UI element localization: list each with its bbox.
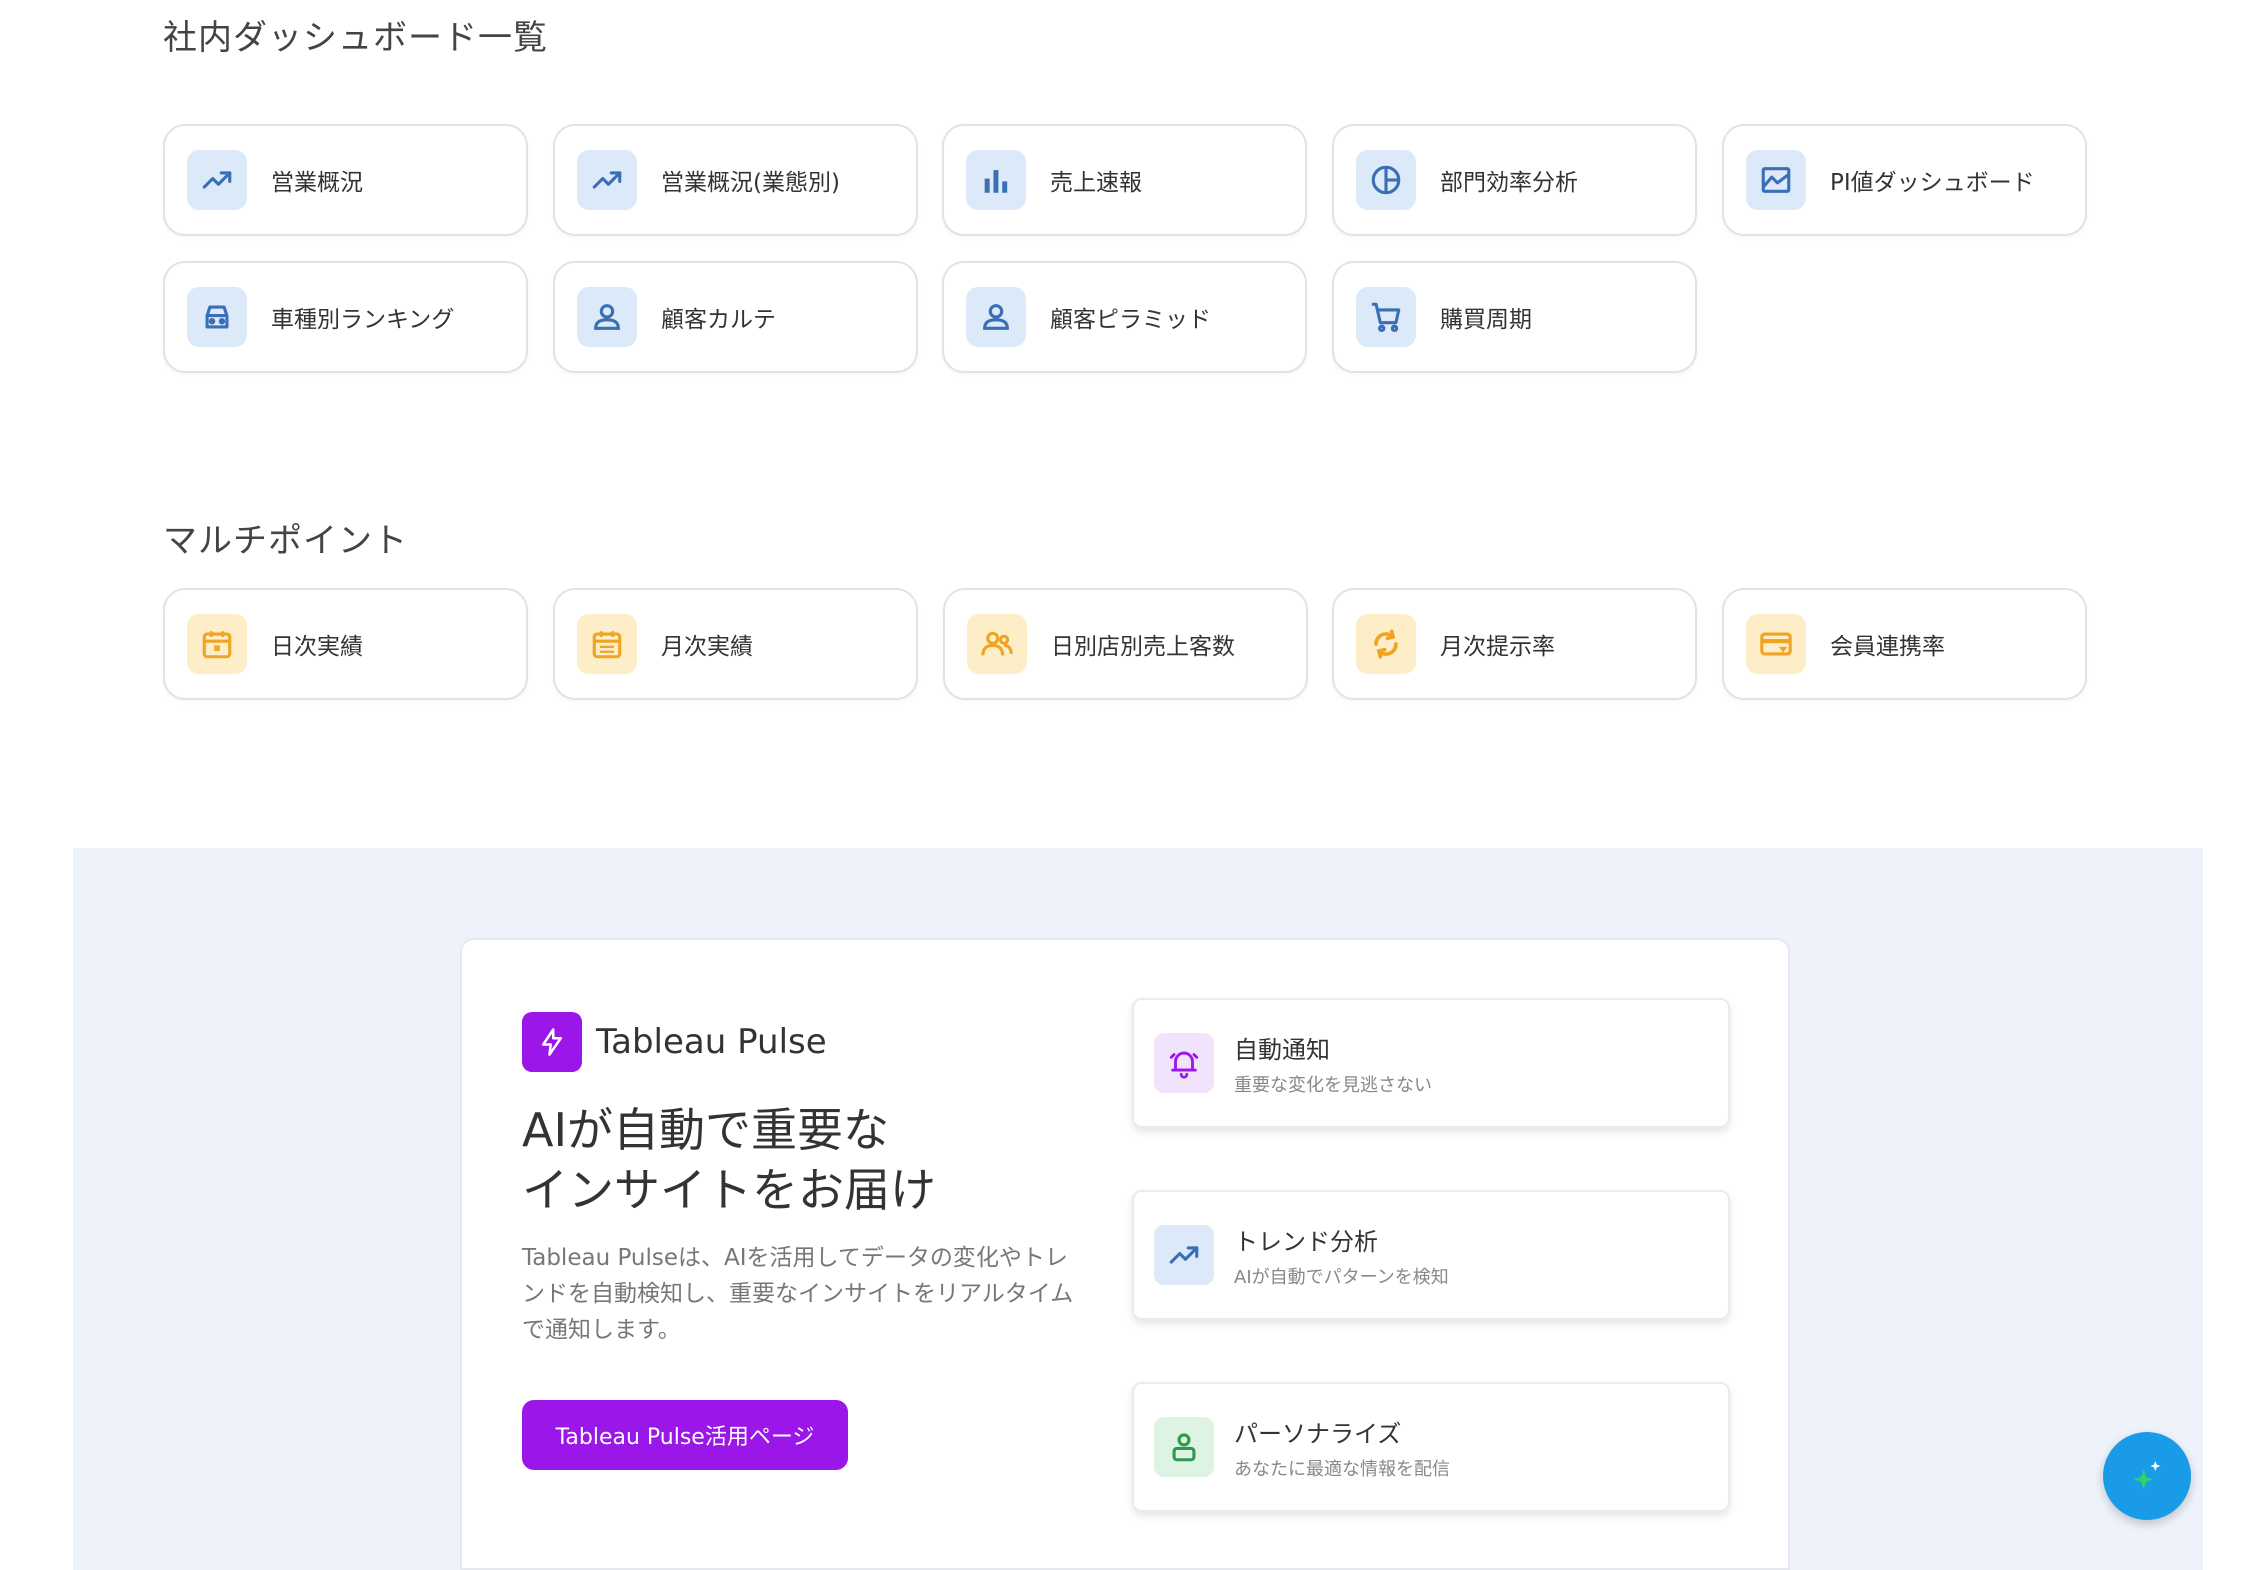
card-daily-results[interactable]: 日次実績	[163, 588, 528, 700]
user-icon	[966, 287, 1026, 347]
bar-chart-icon	[966, 150, 1026, 210]
feature-trend-analysis: トレンド分析 AIが自動でパターンを検知	[1132, 1190, 1730, 1320]
trending-up-icon	[187, 150, 247, 210]
card-label: 日次実績	[271, 634, 363, 660]
headline-line1: AIが自動で重要な	[522, 1103, 890, 1157]
feature-title: パーソナライズ	[1234, 1419, 1402, 1448]
trending-up-icon	[577, 150, 637, 210]
lightning-icon	[522, 1012, 582, 1072]
pulse-description: Tableau Pulseは、AIを活用してデータの変化やトレンドを自動検知し、…	[522, 1245, 1074, 1343]
headline-line2: インサイトをお届け	[522, 1163, 936, 1217]
card-label: 車種別ランキング	[271, 307, 455, 333]
card-monthly-presentation-rate[interactable]: 月次提示率	[1332, 588, 1697, 700]
bell-icon	[1154, 1033, 1214, 1093]
area-chart-icon	[1746, 150, 1806, 210]
brand-name: Tableau Pulse	[596, 1022, 827, 1062]
card-label: 営業概況(業態別)	[661, 170, 840, 196]
card-pi-dashboard[interactable]: PI値ダッシュボード	[1722, 124, 2087, 236]
ai-assistant-button[interactable]	[2103, 1432, 2191, 1520]
card-label: 購買周期	[1440, 307, 1532, 333]
card-label: 売上速報	[1050, 170, 1142, 196]
calendar-icon	[187, 614, 247, 674]
feature-title: 自動通知	[1234, 1035, 1330, 1064]
cart-icon	[1356, 287, 1416, 347]
card-customer-pyramid[interactable]: 顧客ピラミッド	[942, 261, 1307, 373]
card-label: 会員連携率	[1830, 634, 1945, 660]
pulse-cta-button[interactable]: Tableau Pulse活用ページ	[522, 1400, 848, 1470]
refresh-icon	[1356, 614, 1416, 674]
feature-personalize: パーソナライズ あなたに最適な情報を配信	[1132, 1382, 1730, 1512]
pulse-headline: AIが自動で重要な インサイトをお届け	[522, 1100, 936, 1220]
feature-subtitle: AIが自動でパターンを検知	[1234, 1266, 1449, 1288]
card-sales-flash[interactable]: 売上速報	[942, 124, 1307, 236]
card-label: 月次実績	[661, 634, 753, 660]
card-sales-overview[interactable]: 営業概況	[163, 124, 528, 236]
card-label: 営業概況	[271, 170, 363, 196]
card-member-link-rate[interactable]: 会員連携率	[1722, 588, 2087, 700]
card-icon	[1746, 614, 1806, 674]
pie-chart-icon	[1356, 150, 1416, 210]
card-purchase-cycle[interactable]: 購買周期	[1332, 261, 1697, 373]
sparkle-icon	[2133, 1461, 2161, 1490]
calendar-icon	[577, 614, 637, 674]
feature-auto-notify: 自動通知 重要な変化を見逃さない	[1132, 998, 1730, 1128]
card-label: 月次提示率	[1440, 634, 1555, 660]
card-customer-chart[interactable]: 顧客カルテ	[553, 261, 918, 373]
card-sales-overview-by-format[interactable]: 営業概況(業態別)	[553, 124, 918, 236]
pulse-brand: Tableau Pulse	[522, 1012, 827, 1072]
section-title-dashboards: 社内ダッシュボード一覧	[163, 18, 548, 58]
trending-up-icon	[1154, 1225, 1214, 1285]
card-label: 顧客ピラミッド	[1050, 307, 1211, 333]
card-label: PI値ダッシュボード	[1830, 170, 2035, 196]
card-label: 日別店別売上客数	[1051, 634, 1235, 660]
card-model-ranking[interactable]: 車種別ランキング	[163, 261, 528, 373]
feature-title: トレンド分析	[1234, 1227, 1378, 1256]
section-title-multipoint: マルチポイント	[163, 521, 408, 561]
car-icon	[187, 287, 247, 347]
feature-subtitle: 重要な変化を見逃さない	[1234, 1074, 1432, 1096]
card-department-efficiency[interactable]: 部門効率分析	[1332, 124, 1697, 236]
card-daily-store-sales-customers[interactable]: 日別店別売上客数	[943, 588, 1308, 700]
feature-subtitle: あなたに最適な情報を配信	[1234, 1458, 1450, 1480]
user-icon	[1154, 1417, 1214, 1477]
users-icon	[967, 614, 1027, 674]
card-label: 部門効率分析	[1440, 170, 1578, 196]
user-icon	[577, 287, 637, 347]
card-label: 顧客カルテ	[661, 307, 776, 333]
pulse-card: Tableau Pulse AIが自動で重要な インサイトをお届け Tablea…	[460, 938, 1790, 1570]
card-monthly-results[interactable]: 月次実績	[553, 588, 918, 700]
